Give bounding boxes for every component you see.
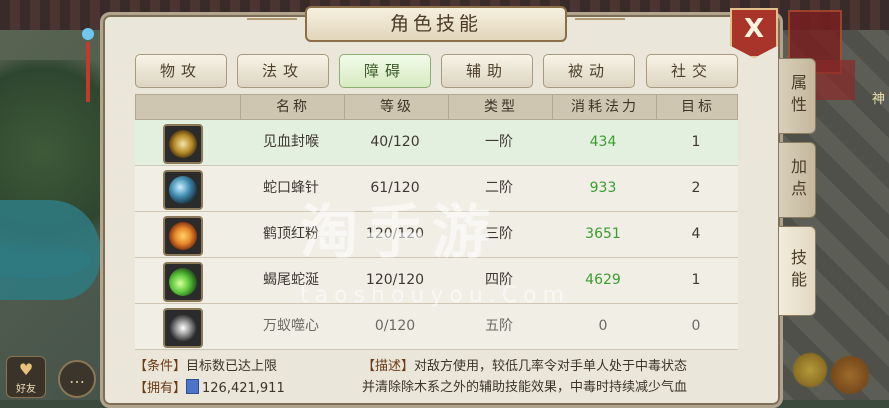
description-text-1: 对敌方使用，较低几率令对手单人处于中毒状态	[414, 359, 688, 374]
header-level: 等级	[344, 95, 449, 119]
tab-support[interactable]: 辅助	[441, 54, 533, 88]
owned-label: 【拥有】	[134, 381, 187, 396]
side-tab-points[interactable]: 加点	[778, 142, 816, 218]
header-target: 目标	[656, 95, 739, 119]
skill-category-tabs: 物攻 法攻 障碍 辅助 被动 社交	[135, 54, 738, 88]
friend-button[interactable]: ♥ 好友	[6, 356, 46, 398]
title-ornament-right	[575, 18, 625, 28]
stall-decoration	[815, 60, 855, 100]
panel-title: 角色技能	[247, 6, 625, 42]
skill-target: 1	[691, 272, 701, 288]
skill-name: 万蚁噬心	[263, 318, 319, 334]
snake-needle-icon	[163, 170, 203, 210]
table-header: 名称 等级 类型 消耗法力 目标	[135, 94, 738, 120]
scorpion-tail-icon	[163, 262, 203, 302]
left-quick-buttons: ♥ 好友 …	[0, 356, 105, 400]
skill-type: 一阶	[485, 134, 513, 150]
table-row[interactable]: 万蚁噬心 0/120 五阶 0 0	[135, 304, 738, 350]
side-tab-attributes[interactable]: 属性	[778, 58, 816, 134]
scroll-pin-ornament	[82, 28, 94, 128]
skill-level: 0/120	[374, 318, 416, 334]
chat-icon: …	[69, 368, 85, 387]
background-sign: 神	[872, 92, 886, 107]
description-label: 【描述】	[362, 359, 415, 374]
skill-requirements: 【条件】目标数已达上限 【拥有】 126,421,911	[134, 356, 354, 400]
skill-description: 【描述】对敌方使用，较低几率令对手单人处于中毒状态 并清除除木系之外的辅助技能效…	[362, 356, 734, 398]
skill-mana: 933	[589, 180, 617, 196]
condition-label: 【条件】	[134, 359, 187, 374]
tab-magic-attack[interactable]: 法攻	[237, 54, 329, 88]
pots-decoration	[790, 340, 889, 400]
owned-value: 126,421,911	[202, 381, 285, 396]
header-type: 类型	[448, 95, 553, 119]
skill-target: 0	[691, 318, 701, 334]
owned-line: 【拥有】 126,421,911	[134, 378, 354, 400]
chat-button[interactable]: …	[58, 360, 96, 398]
skill-target: 2	[691, 180, 701, 196]
crane-crest-icon	[163, 216, 203, 256]
skill-type: 五阶	[485, 318, 513, 334]
skill-level: 40/120	[370, 134, 420, 150]
skill-target: 1	[691, 134, 701, 150]
condition-line: 【条件】目标数已达上限	[134, 356, 354, 378]
panel-title-text: 角色技能	[389, 13, 482, 35]
skill-mana: 0	[598, 318, 608, 334]
watermark-url: taoshouyou.Com	[300, 283, 571, 308]
header-name: 名称	[240, 95, 345, 119]
pond-decoration	[0, 200, 100, 300]
handshake-icon: ♥	[18, 360, 34, 379]
blood-seal-icon	[163, 124, 203, 164]
watermark: 淘手游	[300, 198, 499, 266]
skill-mana: 3651	[585, 226, 621, 242]
table-row[interactable]: 见血封喉 40/120 一阶 434 1	[135, 120, 738, 166]
tab-social[interactable]: 社交	[646, 54, 738, 88]
friend-label: 好友	[16, 384, 36, 395]
skill-name: 见血封喉	[263, 134, 319, 150]
book-icon	[186, 379, 200, 394]
side-tab-skills[interactable]: 技能	[778, 226, 816, 316]
title-ornament-left	[247, 18, 297, 28]
header-mana: 消耗法力	[552, 95, 657, 119]
tab-obstacle[interactable]: 障碍	[339, 54, 431, 88]
skill-target: 4	[691, 226, 701, 242]
ant-heart-icon	[163, 308, 203, 348]
skill-mana: 434	[589, 134, 617, 150]
condition-text: 目标数已达上限	[186, 359, 278, 374]
tab-physical-attack[interactable]: 物攻	[135, 54, 227, 88]
description-line-1: 【描述】对敌方使用，较低几率令对手单人处于中毒状态	[362, 356, 734, 377]
description-text-2: 并清除除木系之外的辅助技能效果，中毒时持续减少气血	[362, 380, 688, 395]
tab-passive[interactable]: 被动	[543, 54, 635, 88]
